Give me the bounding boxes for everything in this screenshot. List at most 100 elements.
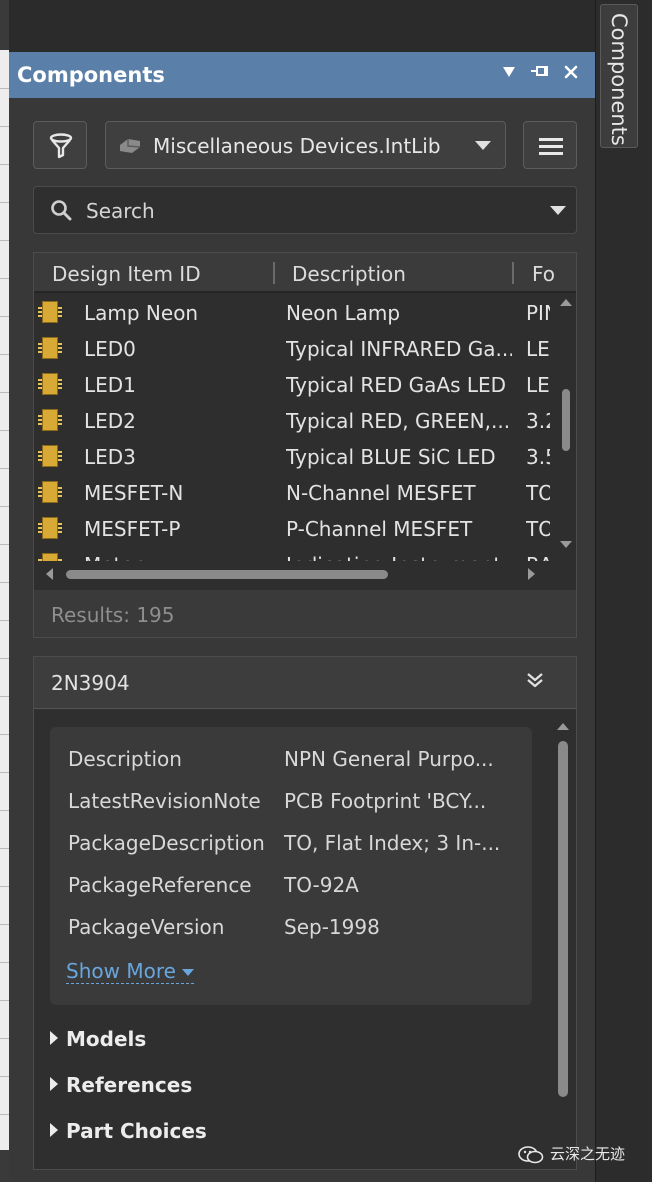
hamburger-menu-icon (539, 138, 563, 159)
column-header-description[interactable]: Description (292, 262, 406, 286)
property-value: TO-92A (284, 873, 359, 897)
description-cell: N-Channel MESFET (286, 481, 476, 505)
property-key: PackageReference (68, 873, 252, 897)
column-resize-handle[interactable] (273, 262, 275, 284)
scrollbar-thumb[interactable] (66, 570, 388, 579)
description-cell: Neon Lamp (286, 301, 401, 325)
component-icon (38, 337, 62, 359)
components-side-tab[interactable]: Components (600, 4, 638, 148)
footprint-cell: TO (526, 481, 550, 505)
show-more-label: Show More (66, 959, 176, 983)
scroll-down-arrow-icon[interactable] (560, 541, 572, 548)
component-details: 2N3904 Description NPN General Purpo... … (33, 656, 577, 1170)
show-more-link[interactable]: Show More (66, 959, 194, 984)
scrollbar-thumb[interactable] (558, 741, 568, 1097)
section-label: Part Choices (66, 1119, 207, 1143)
grid-horizontal-scrollbar[interactable] (34, 563, 554, 585)
panel-options-button[interactable] (523, 121, 577, 169)
table-row[interactable]: LED3 Typical BLUE SiC LED 3.5 (34, 439, 554, 475)
table-row[interactable]: MESFET-N N-Channel MESFET TO (34, 475, 554, 511)
section-references[interactable]: References (50, 1073, 192, 1097)
property-key: PackageVersion (68, 915, 225, 939)
watermark: 云深之无迹 (518, 1143, 625, 1164)
column-header-design-item-id[interactable]: Design Item ID (52, 262, 201, 286)
document-edge (0, 0, 9, 1182)
component-icon (38, 373, 62, 395)
search-input[interactable]: Search (33, 186, 577, 234)
property-row: PackageVersion Sep-1998 (68, 915, 528, 945)
library-select[interactable]: Miscellaneous Devices.IntLib (105, 121, 506, 169)
scroll-up-arrow-icon[interactable] (560, 299, 572, 306)
components-grid: Design Item ID Description Fo Lamp Neon … (33, 252, 577, 638)
details-vertical-scrollbar[interactable] (554, 717, 574, 1157)
section-models[interactable]: Models (50, 1027, 146, 1051)
table-row[interactable]: LED1 Typical RED GaAs LED LED (34, 367, 554, 403)
scroll-left-arrow-icon[interactable] (46, 568, 53, 580)
pin-icon[interactable] (531, 64, 549, 85)
components-panel: Components Miscellaneous Devices.IntLib … (9, 52, 595, 1182)
description-cell: Typical RED, GREEN,... (286, 409, 511, 433)
footprint-cell: 3.2 (526, 409, 550, 433)
column-resize-handle[interactable] (512, 262, 514, 284)
table-row[interactable]: Meter Indicating Instrument RA (34, 547, 554, 561)
section-part-choices[interactable]: Part Choices (50, 1119, 207, 1143)
grid-vertical-scrollbar[interactable] (554, 293, 576, 563)
side-panel-strip (595, 0, 652, 1182)
double-chevron-down-icon[interactable] (525, 671, 545, 694)
panel-menu-dropdown-icon[interactable] (501, 64, 517, 85)
table-row[interactable]: MESFET-P P-Channel MESFET TO (34, 511, 554, 547)
close-icon[interactable] (563, 64, 579, 85)
design-item-id-cell: LED1 (84, 373, 136, 397)
caret-right-icon (50, 1031, 58, 1045)
search-options-chevron-icon[interactable] (550, 206, 566, 215)
component-icon (38, 481, 62, 503)
description-cell: Typical RED GaAs LED (286, 373, 507, 397)
results-count: Results: 195 (51, 603, 175, 627)
property-row: Description NPN General Purpo... (68, 747, 528, 777)
footprint-cell: LED (526, 373, 550, 397)
grid-header: Design Item ID Description Fo (34, 253, 576, 293)
library-select-value: Miscellaneous Devices.IntLib (153, 134, 441, 158)
watermark-text: 云深之无迹 (550, 1145, 626, 1163)
column-header-footprint[interactable]: Fo (532, 262, 554, 286)
scroll-up-arrow-icon[interactable] (557, 723, 569, 730)
property-row: PackageDescription TO, Flat Index; 3 In-… (68, 831, 528, 861)
caret-down-icon (181, 969, 194, 976)
property-row: PackageReference TO-92A (68, 873, 528, 903)
design-item-id-cell: Lamp Neon (84, 301, 199, 325)
details-header[interactable]: 2N3904 (34, 657, 576, 709)
property-value: PCB Footprint 'BCY... (284, 789, 487, 813)
scroll-right-arrow-icon[interactable] (528, 568, 535, 580)
component-icon (38, 301, 62, 323)
table-row[interactable]: Lamp Neon Neon Lamp PIN (34, 295, 554, 331)
description-cell: P-Channel MESFET (286, 517, 473, 541)
component-icon (38, 517, 62, 539)
panel-title-bar: Components (9, 52, 595, 98)
table-row[interactable]: LED0 Typical INFRARED Ga... LED (34, 331, 554, 367)
footprint-cell: LED (526, 337, 550, 361)
search-placeholder: Search (86, 199, 155, 223)
description-cell: Typical INFRARED Ga... (286, 337, 512, 361)
design-item-id-cell: Meter (84, 553, 142, 561)
design-item-id-cell: LED0 (84, 337, 136, 361)
property-key: PackageDescription (68, 831, 265, 855)
wechat-icon (518, 1145, 544, 1164)
chevron-down-icon (475, 141, 491, 150)
design-item-id-cell: LED2 (84, 409, 136, 433)
filter-icon (49, 133, 73, 163)
search-icon (50, 199, 72, 225)
property-row: LatestRevisionNote PCB Footprint 'BCY... (68, 789, 528, 819)
footprint-cell: TO (526, 517, 550, 541)
design-item-id-cell: MESFET-P (84, 517, 181, 541)
table-row[interactable]: LED2 Typical RED, GREEN,... 3.2 (34, 403, 554, 439)
scrollbar-thumb[interactable] (562, 389, 570, 451)
caret-right-icon (50, 1077, 58, 1091)
grid-rows: Lamp Neon Neon Lamp PIN LED0 Typical INF… (34, 293, 554, 561)
selected-component-name: 2N3904 (51, 671, 130, 695)
filter-button[interactable] (33, 121, 87, 169)
properties-card: Description NPN General Purpo... LatestR… (50, 727, 532, 1005)
section-label: Models (66, 1027, 147, 1051)
design-item-id-cell: MESFET-N (84, 481, 184, 505)
panel-title: Components (17, 63, 165, 87)
footprint-cell: PIN (526, 301, 550, 325)
